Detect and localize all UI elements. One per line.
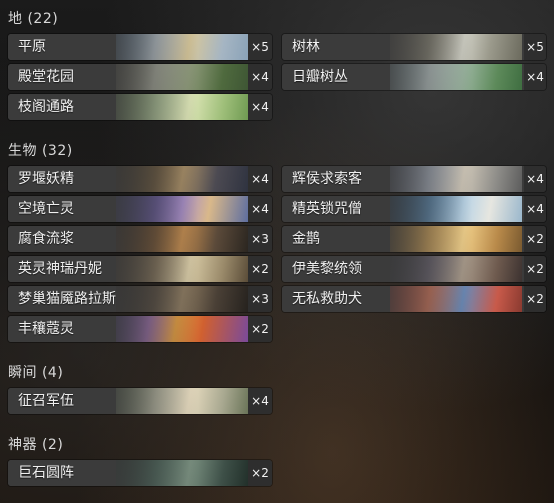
card-count: ×2 — [524, 286, 546, 312]
card-name: 平原 — [18, 39, 46, 55]
card-name: 罗堰妖精 — [18, 171, 74, 187]
card-harvest-spirit[interactable]: 丰穰蔻灵 ×2 — [8, 316, 272, 342]
section-title-instants: 瞬间 (4) — [8, 365, 64, 381]
card-count: ×3 — [248, 286, 272, 312]
card-imeleader[interactable]: 伊美黎统领 ×2 — [282, 256, 546, 282]
card-count: ×2 — [524, 256, 546, 282]
card-name: 树林 — [292, 39, 320, 55]
card-branchloft-pathway[interactable]: 枝阁通路 ×4 — [8, 94, 272, 120]
card-stone-circle[interactable]: 巨石圆阵 ×2 — [8, 460, 272, 486]
card-voidling[interactable]: 空境亡灵 ×4 — [8, 196, 272, 222]
card-count: ×4 — [524, 196, 546, 222]
section-title-lands: 地 (22) — [8, 11, 59, 27]
card-count: ×2 — [248, 316, 272, 342]
card-dream-cat[interactable]: 梦巢猫魇路拉斯 ×3 — [8, 286, 272, 312]
card-count: ×4 — [248, 388, 272, 414]
card-count: ×5 — [248, 34, 272, 60]
card-count: ×4 — [248, 94, 272, 120]
card-name: 辉侯求索客 — [292, 171, 362, 187]
card-name: 空境亡灵 — [18, 201, 74, 217]
card-count: ×2 — [524, 226, 546, 252]
card-name: 伊美黎统领 — [292, 261, 362, 277]
card-recruit-army[interactable]: 征召军伍 ×4 — [8, 388, 272, 414]
card-elite-cleric[interactable]: 精英锁咒僧 ×4 — [282, 196, 546, 222]
card-name: 金鹊 — [292, 231, 320, 247]
card-name: 梦巢猫魇路拉斯 — [18, 291, 116, 307]
card-name: 征召军伍 — [18, 393, 74, 409]
card-thalia-elf[interactable]: 罗堰妖精 ×4 — [8, 166, 272, 192]
card-plains[interactable]: 平原 ×5 — [8, 34, 272, 60]
card-name: 日瓣树丛 — [292, 69, 348, 85]
card-count: ×4 — [524, 166, 546, 192]
card-count: ×3 — [248, 226, 272, 252]
section-title-artifacts: 神器 (2) — [8, 437, 64, 453]
card-count: ×5 — [524, 34, 546, 60]
card-count: ×4 — [248, 166, 272, 192]
card-forest[interactable]: 树林 ×5 — [282, 34, 546, 60]
card-name: 巨石圆阵 — [18, 465, 74, 481]
card-name: 英灵神瑞丹妮 — [18, 261, 102, 277]
card-name: 腐食流浆 — [18, 231, 74, 247]
section-title-creatures: 生物 (32) — [8, 143, 73, 159]
card-ooze[interactable]: 腐食流浆 ×3 — [8, 226, 272, 252]
card-sunpetal-grove[interactable]: 日瓣树丛 ×4 — [282, 64, 546, 90]
card-count: ×2 — [248, 460, 272, 486]
card-name: 精英锁咒僧 — [292, 201, 362, 217]
card-hero-danny[interactable]: 英灵神瑞丹妮 ×2 — [8, 256, 272, 282]
card-count: ×4 — [248, 196, 272, 222]
card-thalia-guardian[interactable]: 辉侯求索客 ×4 — [282, 166, 546, 192]
card-count: ×2 — [248, 256, 272, 282]
card-count: ×4 — [248, 64, 272, 90]
card-name: 殿堂花园 — [18, 69, 74, 85]
card-name: 枝阁通路 — [18, 99, 74, 115]
card-selfless-dog[interactable]: 无私救助犬 ×2 — [282, 286, 546, 312]
card-count: ×4 — [524, 64, 546, 90]
card-gold-bird[interactable]: 金鹊 ×2 — [282, 226, 546, 252]
card-name: 无私救助犬 — [292, 291, 362, 307]
card-temple-garden[interactable]: 殿堂花园 ×4 — [8, 64, 272, 90]
card-name: 丰穰蔻灵 — [18, 321, 74, 337]
